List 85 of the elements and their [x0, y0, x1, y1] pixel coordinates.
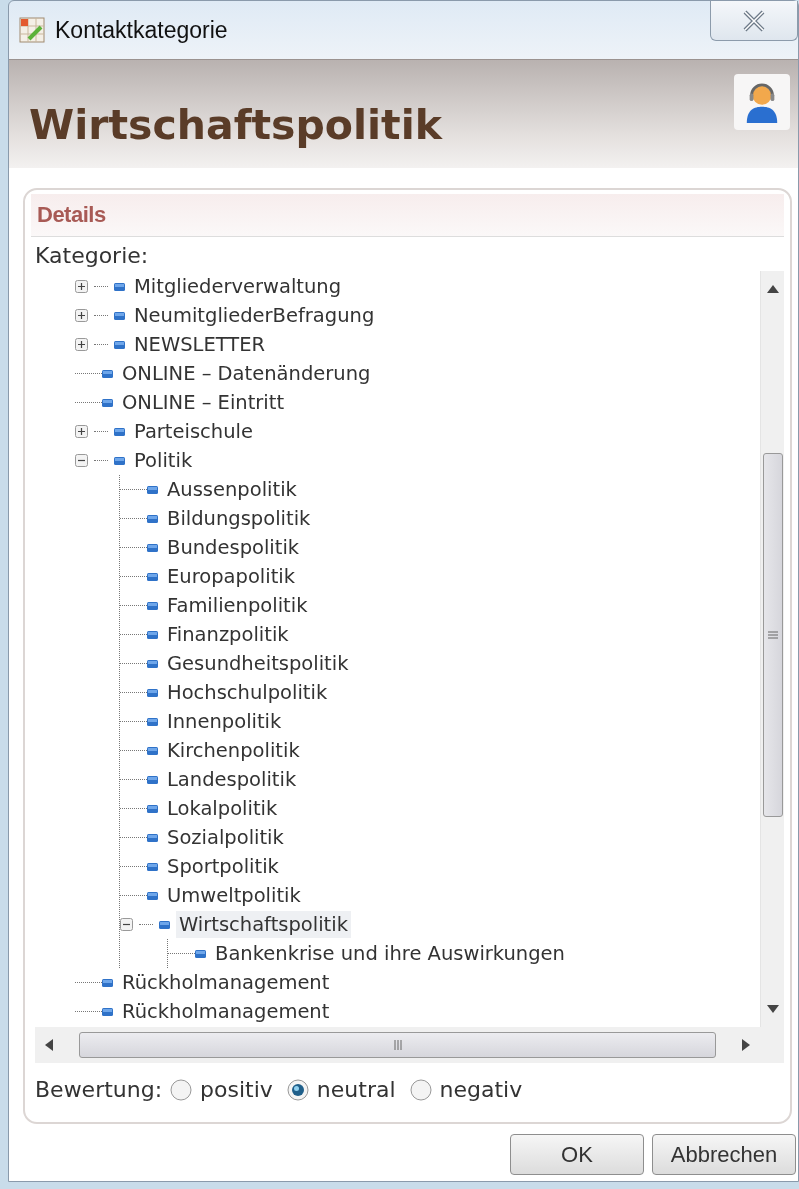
tree-item[interactable]: Politik	[131, 447, 196, 474]
tree-item[interactable]: Rückholmanagement	[119, 998, 333, 1025]
tree-item[interactable]: Finanzpolitik	[164, 621, 292, 648]
node-icon	[147, 659, 158, 668]
expand-icon[interactable]	[75, 309, 88, 322]
node-icon	[147, 746, 158, 755]
node-icon	[147, 543, 158, 552]
node-icon	[114, 456, 125, 465]
node-icon	[195, 949, 206, 958]
collapse-icon[interactable]	[75, 454, 88, 467]
cancel-button[interactable]: Abbrechen	[652, 1134, 796, 1175]
horizontal-scrollbar[interactable]	[35, 1027, 760, 1063]
scroll-thumb[interactable]	[762, 453, 783, 817]
tree-item[interactable]: Innenpolitik	[164, 708, 285, 735]
node-icon	[147, 804, 158, 813]
expand-icon[interactable]	[75, 338, 88, 351]
scroll-right-icon[interactable]	[742, 1039, 750, 1051]
tree-item[interactable]: ONLINE – Eintritt	[119, 389, 288, 416]
vertical-scrollbar[interactable]	[760, 271, 784, 1027]
user-button[interactable]	[734, 74, 790, 130]
tree-item[interactable]: Mitgliederverwaltung	[131, 273, 345, 300]
grip-icon	[767, 630, 778, 640]
tree-item[interactable]: Familienpolitik	[164, 592, 311, 619]
radio-label: negativ	[439, 1077, 523, 1102]
scroll-up-icon[interactable]	[766, 285, 779, 293]
tree-item[interactable]: Rückholmanagement	[119, 969, 333, 996]
radio-button[interactable]	[170, 1078, 193, 1101]
node-icon	[102, 1007, 113, 1016]
grip-icon	[392, 1040, 403, 1050]
node-icon	[147, 572, 158, 581]
scroll-down-icon[interactable]	[766, 1005, 779, 1013]
tree-item[interactable]: Sozialpolitik	[164, 824, 287, 851]
header-title: Wirtschaftspolitik	[29, 101, 443, 149]
radio-label: neutral	[316, 1077, 396, 1102]
tree-item[interactable]: Wirtschaftspolitik	[176, 911, 351, 938]
collapse-icon[interactable]	[120, 918, 133, 931]
node-icon	[147, 833, 158, 842]
field-label: Bewertung:	[35, 1077, 163, 1102]
close-button[interactable]	[710, 1, 798, 41]
tree-item[interactable]: NeumitgliederBefragung	[131, 302, 378, 329]
node-icon	[147, 485, 158, 494]
radio-button[interactable]	[409, 1078, 432, 1101]
window-title: Kontaktkategorie	[55, 16, 228, 44]
node-icon	[114, 311, 125, 320]
radio-button[interactable]	[286, 1078, 309, 1101]
tree-item[interactable]: Bildungspolitik	[164, 505, 314, 532]
tree-item[interactable]: Landespolitik	[164, 766, 300, 793]
tree-item[interactable]: Europapolitik	[164, 563, 299, 590]
close-icon	[742, 9, 766, 32]
ok-button[interactable]: OK	[510, 1134, 644, 1175]
node-icon	[114, 340, 125, 349]
node-icon	[147, 717, 158, 726]
field-label: Kategorie:	[34, 242, 150, 270]
node-icon	[147, 514, 158, 523]
radio-label: positiv	[200, 1077, 273, 1102]
node-icon	[114, 427, 125, 436]
node-icon	[147, 601, 158, 610]
node-icon	[147, 891, 158, 900]
node-icon	[102, 978, 113, 987]
tree-item[interactable]: Lokalpolitik	[164, 795, 281, 822]
tree-item[interactable]: Bundespolitik	[164, 534, 303, 561]
expand-icon[interactable]	[75, 425, 88, 438]
tree-item[interactable]: Sportpolitik	[164, 853, 282, 880]
grid-icon	[19, 17, 45, 43]
expand-icon[interactable]	[75, 280, 88, 293]
node-icon	[102, 369, 113, 378]
tree-item[interactable]: ONLINE – Datenänderung	[119, 360, 374, 387]
node-icon	[102, 398, 113, 407]
tree-item[interactable]: Gesundheitspolitik	[164, 650, 352, 677]
node-icon	[147, 688, 158, 697]
panel-title: Details	[31, 194, 784, 237]
tree-item[interactable]: Parteischule	[131, 418, 256, 445]
tree-item[interactable]: Umweltpolitik	[164, 882, 304, 909]
node-icon	[159, 920, 170, 929]
node-icon	[147, 862, 158, 871]
scroll-left-icon[interactable]	[45, 1039, 53, 1051]
node-icon	[114, 282, 125, 291]
scroll-thumb[interactable]	[79, 1032, 716, 1058]
tree-item[interactable]: Bankenkrise und ihre Auswirkungen	[212, 940, 568, 967]
tree-item[interactable]: NEWSLETTER	[131, 331, 269, 358]
node-icon	[147, 630, 158, 639]
tree-item[interactable]: Hochschulpolitik	[164, 679, 331, 706]
node-icon	[147, 775, 158, 784]
tree-item[interactable]: Kirchenpolitik	[164, 737, 303, 764]
tree-item[interactable]: Aussenpolitik	[164, 476, 300, 503]
